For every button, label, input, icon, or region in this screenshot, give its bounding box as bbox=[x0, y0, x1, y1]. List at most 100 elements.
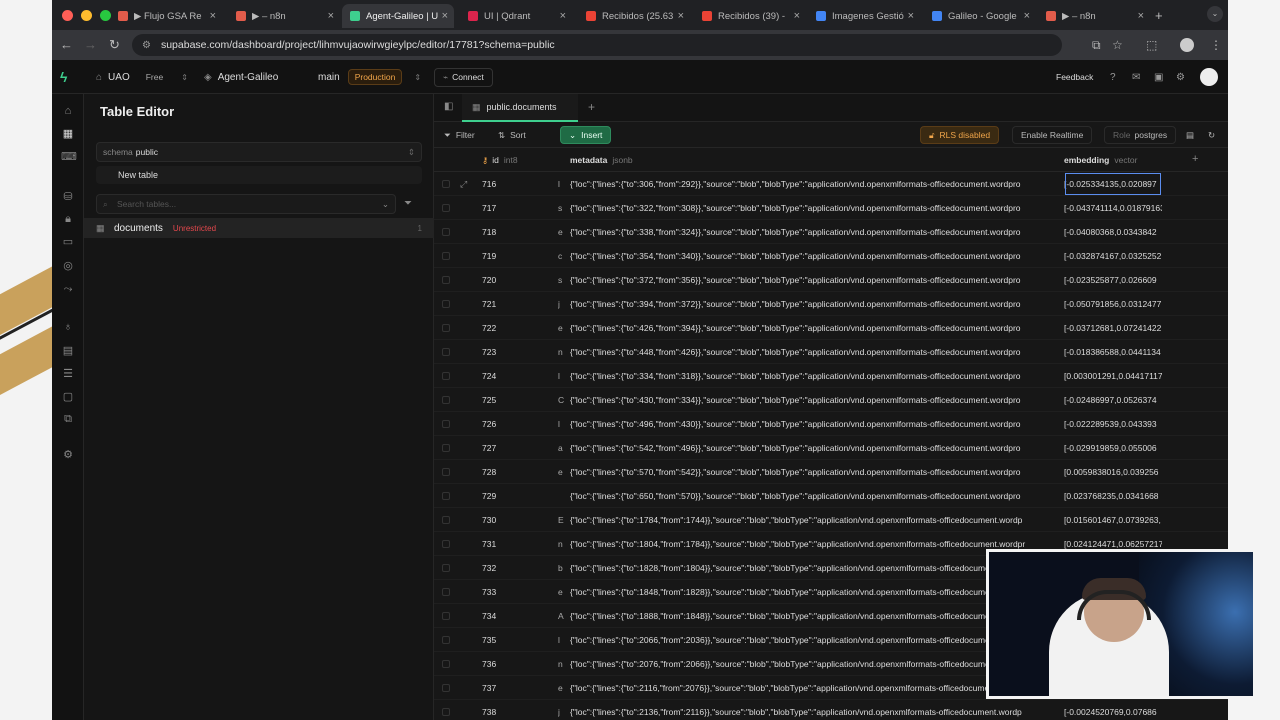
sidebar-toggle-icon[interactable]: ◧ bbox=[444, 101, 453, 112]
project-settings-icon[interactable]: ⚙ bbox=[61, 448, 75, 462]
cell-id[interactable]: 716 bbox=[482, 172, 542, 196]
enable-realtime-button[interactable]: Enable Realtime bbox=[1012, 126, 1093, 144]
cell-content-clip[interactable]: e bbox=[558, 220, 570, 244]
cell-content-clip[interactable]: c bbox=[558, 244, 570, 268]
org-switcher[interactable]: ⌂ UAO Free ⇕ bbox=[96, 60, 188, 94]
cell-content-clip[interactable]: n bbox=[558, 532, 570, 556]
cell-embedding[interactable]: [0.023768235,0.0341668 bbox=[1064, 484, 1162, 508]
cell-id[interactable]: 723 bbox=[482, 340, 542, 364]
row-checkbox[interactable] bbox=[442, 516, 450, 524]
row-checkbox[interactable] bbox=[442, 468, 450, 476]
cell-metadata[interactable]: {"loc":{"lines":{"to":2116,"from":2076}}… bbox=[570, 676, 1058, 700]
back-arrow-icon[interactable]: ← bbox=[60, 37, 73, 52]
table-row[interactable]: 717 s {"loc":{"lines":{"to":322,"from":308… bbox=[434, 196, 1228, 220]
rls-disabled-button[interactable]: 🔓︎ RLS disabled bbox=[920, 126, 1000, 144]
table-row[interactable]: 719 c {"loc":{"lines":{"to":354,"from":340… bbox=[434, 244, 1228, 268]
cell-embedding[interactable]: [-0.022289539,0.043393 bbox=[1064, 412, 1162, 436]
cell-embedding[interactable]: [0.003001291,0.04417117 bbox=[1064, 364, 1162, 388]
row-checkbox[interactable] bbox=[442, 252, 450, 260]
browser-tab[interactable]: UI | Qdrant × bbox=[460, 4, 572, 28]
row-checkbox[interactable] bbox=[442, 396, 450, 404]
row-checkbox[interactable] bbox=[442, 180, 450, 188]
definition-icon[interactable]: ▤ bbox=[1186, 126, 1194, 144]
cell-metadata[interactable]: {"loc":{"lines":{"to":338,"from":324}},"… bbox=[570, 220, 1058, 244]
minimize-window-button[interactable] bbox=[81, 10, 92, 21]
cell-embedding[interactable]: [-0.032874167,0.0325252 bbox=[1064, 244, 1162, 268]
browser-tab[interactable]: ▶ – n8n × bbox=[228, 4, 340, 28]
tab-public-documents[interactable]: ▦ public.documents bbox=[462, 94, 578, 122]
cell-embedding[interactable]: [-0.023525877,0.026609 bbox=[1064, 268, 1162, 292]
cell-embedding[interactable]: [-0.02486997,0.0526374 bbox=[1064, 388, 1162, 412]
cell-id[interactable]: 718 bbox=[482, 220, 542, 244]
cell-embedding[interactable]: [-0.050791856,0.0312477 bbox=[1064, 292, 1162, 316]
cell-embedding[interactable]: [-0.0024520769,0.07686 bbox=[1064, 700, 1162, 720]
cell-id[interactable]: 730 bbox=[482, 508, 542, 532]
cell-metadata[interactable]: {"loc":{"lines":{"to":1848,"from":1828}}… bbox=[570, 580, 1058, 604]
add-column-icon[interactable]: + bbox=[1192, 153, 1198, 165]
cell-id[interactable]: 720 bbox=[482, 268, 542, 292]
cell-metadata[interactable]: {"loc":{"lines":{"to":334,"from":318}},"… bbox=[570, 364, 1058, 388]
schema-selector[interactable]: schema public ⇕ bbox=[96, 142, 422, 162]
translate-icon[interactable]: ⧉ bbox=[1092, 38, 1101, 53]
browser-tab[interactable]: Galileo - Google × bbox=[924, 4, 1036, 28]
insert-button[interactable]: ⌄ Insert bbox=[560, 126, 612, 144]
edge-functions-icon[interactable]: ◎ bbox=[61, 259, 75, 273]
cell-id[interactable]: 719 bbox=[482, 244, 542, 268]
cell-content-clip[interactable]: e bbox=[558, 676, 570, 700]
cell-content-clip[interactable]: b bbox=[558, 556, 570, 580]
cell-metadata[interactable]: {"loc":{"lines":{"to":496,"from":430}},"… bbox=[570, 412, 1058, 436]
filter-button[interactable]: ⏷ Filter bbox=[444, 126, 475, 144]
branch-switcher[interactable]: main Production ⇕ bbox=[318, 60, 421, 94]
close-tab-icon[interactable]: × bbox=[1138, 10, 1144, 22]
cell-metadata[interactable]: {"loc":{"lines":{"to":448,"from":426}},"… bbox=[570, 340, 1058, 364]
cell-content-clip[interactable]: E bbox=[558, 508, 570, 532]
close-tab-icon[interactable]: × bbox=[1024, 10, 1030, 22]
close-tab-icon[interactable]: × bbox=[908, 10, 914, 22]
cell-id[interactable]: 728 bbox=[482, 460, 542, 484]
settings-icon[interactable]: ⚙ bbox=[1176, 60, 1185, 94]
extensions-icon[interactable]: ⬚ bbox=[1146, 38, 1157, 52]
cell-metadata[interactable]: {"loc":{"lines":{"to":430,"from":334}},"… bbox=[570, 388, 1058, 412]
cell-embedding[interactable]: [-0.03712681,0.07241422 bbox=[1064, 316, 1162, 340]
cell-id[interactable]: 732 bbox=[482, 556, 542, 580]
cell-id[interactable]: 736 bbox=[482, 652, 542, 676]
close-tab-icon[interactable]: × bbox=[328, 10, 334, 22]
browser-menu-icon[interactable]: ⋮ bbox=[1210, 38, 1222, 52]
forward-arrow-icon[interactable]: → bbox=[84, 37, 97, 52]
cell-id[interactable]: 721 bbox=[482, 292, 542, 316]
cell-metadata[interactable]: {"loc":{"lines":{"to":394,"from":372}},"… bbox=[570, 292, 1058, 316]
storage-icon[interactable]: ▭ bbox=[61, 235, 75, 249]
cell-id[interactable]: 724 bbox=[482, 364, 542, 388]
api-docs-icon[interactable]: ▢ bbox=[61, 390, 75, 404]
connect-button[interactable]: ⌁ Connect bbox=[434, 60, 493, 94]
logs-icon[interactable]: ☰ bbox=[61, 367, 75, 381]
cell-content-clip[interactable]: l bbox=[558, 364, 570, 388]
table-row[interactable]: 722 e {"loc":{"lines":{"to":426,"from":394… bbox=[434, 316, 1228, 340]
close-window-button[interactable] bbox=[62, 10, 73, 21]
cell-id[interactable]: 737 bbox=[482, 676, 542, 700]
table-row[interactable]: 728 e {"loc":{"lines":{"to":570,"from":542… bbox=[434, 460, 1228, 484]
cell-metadata[interactable]: {"loc":{"lines":{"to":1888,"from":1848}}… bbox=[570, 604, 1058, 628]
cell-metadata[interactable]: {"loc":{"lines":{"to":1804,"from":1784}}… bbox=[570, 532, 1058, 556]
sidebar-item-documents[interactable]: ▦ documents Unrestricted 1 bbox=[84, 218, 434, 238]
table-row[interactable]: 738 j {"loc":{"lines":{"to":2136,"from":21… bbox=[434, 700, 1228, 720]
cell-content-clip[interactable]: s bbox=[558, 196, 570, 220]
cell-embedding[interactable]: [-0.043741114,0.01879163 bbox=[1064, 196, 1162, 220]
cell-id[interactable]: 731 bbox=[482, 532, 542, 556]
table-row[interactable]: ⤢ 716 l {"loc":{"lines":{"to":306,"from":29… bbox=[434, 172, 1228, 196]
supabase-logo-icon[interactable]: ϟ bbox=[60, 60, 67, 94]
cell-content-clip[interactable]: j bbox=[558, 700, 570, 720]
project-switcher[interactable]: ◈ Agent-Galileo bbox=[204, 60, 278, 94]
browser-tab[interactable]: Recibidos (39) - × bbox=[694, 4, 806, 28]
close-tab-icon[interactable]: × bbox=[794, 10, 800, 22]
cell-metadata[interactable]: {"loc":{"lines":{"to":306,"from":292}},"… bbox=[570, 172, 1058, 196]
browser-tab[interactable]: ▶ Flujo GSA Re × bbox=[110, 4, 222, 28]
sort-button[interactable]: ⇅ Sort bbox=[498, 126, 526, 144]
new-tab-icon[interactable]: + bbox=[1155, 8, 1163, 23]
table-row[interactable]: 725 C {"loc":{"lines":{"to":430,"from":334… bbox=[434, 388, 1228, 412]
cell-metadata[interactable]: {"loc":{"lines":{"to":542,"from":496}},"… bbox=[570, 436, 1058, 460]
close-tab-icon[interactable]: × bbox=[560, 10, 566, 22]
search-tables-input[interactable]: ⌕ Search tables... ⌄ bbox=[96, 194, 396, 214]
cell-id[interactable]: 722 bbox=[482, 316, 542, 340]
cell-metadata[interactable]: {"loc":{"lines":{"to":2136,"from":2116}}… bbox=[570, 700, 1058, 720]
